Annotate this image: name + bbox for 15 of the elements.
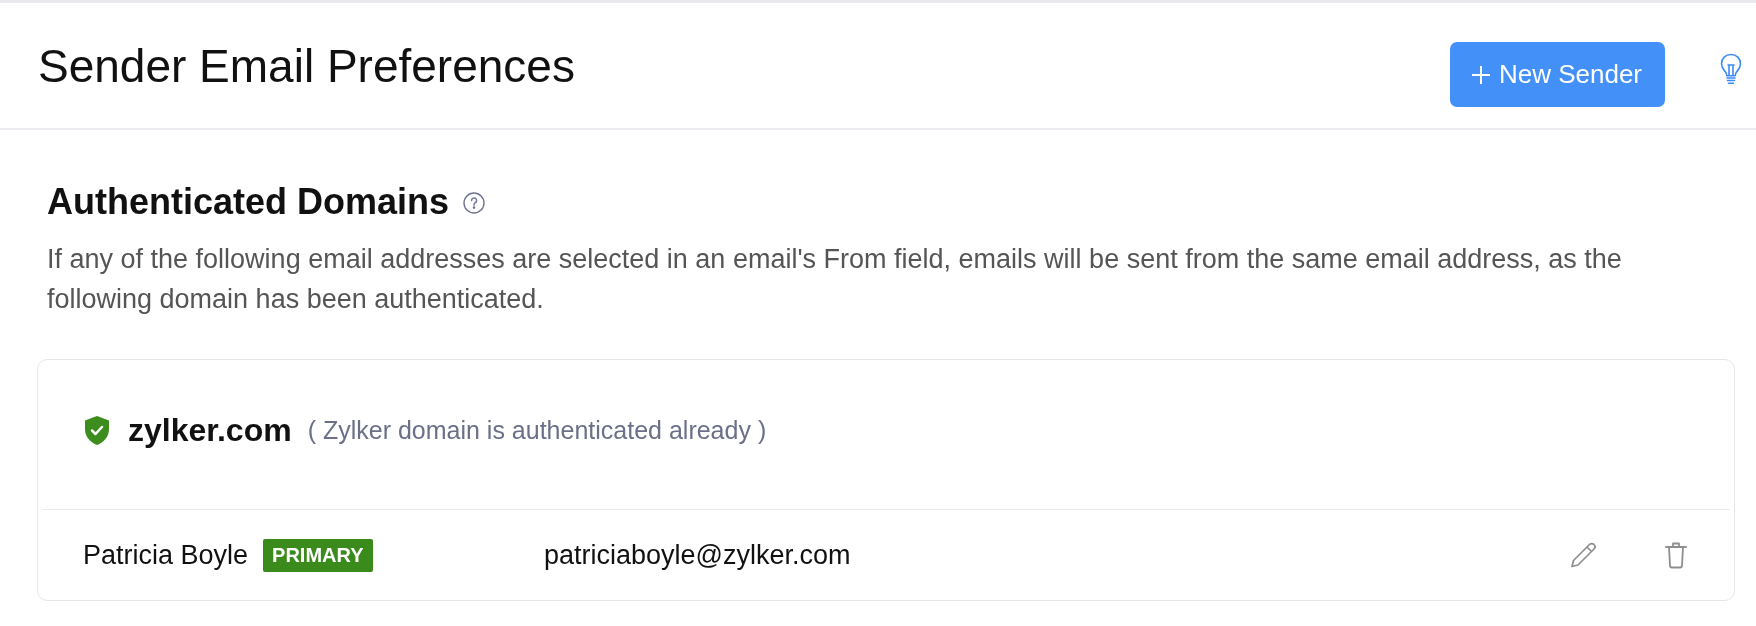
page-title: Sender Email Preferences <box>38 38 575 94</box>
domain-name: zylker.com <box>128 412 292 449</box>
domain-status-note: ( Zylker domain is authenticated already ) <box>307 416 767 445</box>
trash-icon[interactable] <box>1665 541 1687 569</box>
pencil-icon[interactable] <box>1570 541 1597 569</box>
description-text: If any of the following email addresses are selected in an email's From field, emails will be sent from the same email address, as the following domain has been authenticated. <box>47 243 1623 316</box>
lightbulb-icon[interactable] <box>1720 53 1742 85</box>
sender-name: Patricia Boyle <box>83 539 249 571</box>
primary-badge: PRIMARY <box>263 538 373 572</box>
sender-email: patriciaboyle@zylker.com <box>544 539 851 571</box>
plus-icon <box>1470 64 1491 85</box>
section-heading: Authenticated Domains <box>47 180 450 224</box>
new-sender-button[interactable]: New Sender <box>1449 42 1665 107</box>
shield-check-icon <box>84 415 110 446</box>
help-icon[interactable] <box>463 192 486 214</box>
